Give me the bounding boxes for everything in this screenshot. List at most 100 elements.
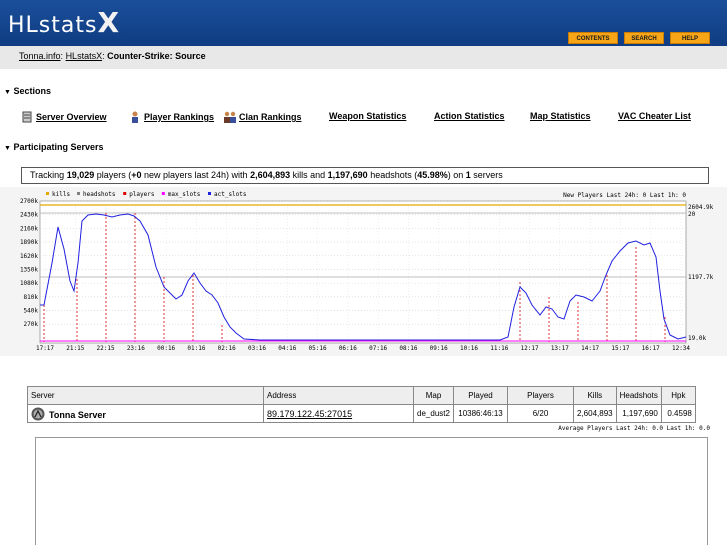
y-tick-label: 1350k <box>20 266 38 273</box>
legend-label: act_slots <box>214 191 247 198</box>
x-tick-label: 07:16 <box>369 345 387 352</box>
tracking-text: new players last 24h) with <box>141 170 251 180</box>
right-axis-label: 19.0k <box>688 335 706 342</box>
contents-button[interactable]: CONTENTS <box>568 32 618 44</box>
y-tick-label: 540k <box>24 308 39 315</box>
col-map[interactable]: Map <box>413 386 454 405</box>
logo-x: X <box>97 6 121 39</box>
participating-heading[interactable]: ▼ Participating Servers <box>4 142 104 152</box>
hlstatsx-logo[interactable]: HLstatsX <box>8 6 120 39</box>
table-header-row: Server Address Map Played Players Kills … <box>27 386 696 405</box>
tracking-text: headshots ( <box>367 170 418 180</box>
caret-down-icon: ▼ <box>4 145 11 152</box>
clan-icon <box>224 111 236 123</box>
legend-swatch <box>46 192 49 195</box>
nav-map-statistics[interactable]: Map Statistics <box>530 111 591 121</box>
server-played: 10386:46:13 <box>453 404 508 423</box>
tracking-text: ) on <box>447 170 466 180</box>
player-icon <box>132 111 138 123</box>
server-headshots: 1,197,690 <box>615 404 662 423</box>
x-tick-label: 22:15 <box>97 345 115 352</box>
x-tick-label: 04:16 <box>278 345 296 352</box>
participating-title: Participating Servers <box>13 142 104 152</box>
tracking-summary: Tracking 19,029 players (+0 new players … <box>21 167 709 184</box>
avg-players-panel: Average Players Last 24h: 0.0 Last 1h: 0… <box>30 424 710 545</box>
tracking-kills: 2,604,893 <box>250 170 291 180</box>
breadcrumb: Tonna.info: HLstatsX: Counter-Strike: So… <box>19 51 206 61</box>
col-address[interactable]: Address <box>263 386 414 405</box>
y-tick-label: 1890k <box>20 239 38 246</box>
table-row[interactable]: Tonna Server 89.179.122.45:27015 de_dust… <box>27 404 696 423</box>
server-address-cell[interactable]: 89.179.122.45:27015 <box>263 404 414 423</box>
x-tick-label: 14:17 <box>581 345 599 352</box>
header-banner: HLstatsX CONTENTS SEARCH HELP <box>0 0 727 46</box>
legend-swatch <box>208 192 211 195</box>
server-kills: 2,604,893 <box>573 404 617 423</box>
x-tick-label: 01:16 <box>187 345 205 352</box>
search-button[interactable]: SEARCH <box>624 32 664 44</box>
breadcrumb-site-link[interactable]: Tonna.info <box>19 51 61 61</box>
y-tick-label: 2430k <box>20 212 38 219</box>
x-tick-label: 12:17 <box>521 345 539 352</box>
col-played[interactable]: Played <box>453 386 508 405</box>
col-headshots[interactable]: Headshots <box>615 386 662 405</box>
x-tick-label: 15:17 <box>611 345 629 352</box>
col-hpk[interactable]: Hpk <box>660 386 696 405</box>
server-map: de_dust2 <box>413 404 454 423</box>
sections-heading[interactable]: ▼ Sections <box>4 86 51 96</box>
col-server[interactable]: Server <box>27 386 264 405</box>
server-icon <box>22 111 32 123</box>
x-tick-label: 00:16 <box>157 345 175 352</box>
graph-status: New Players Last 24h: 0 Last 1h: 0 <box>563 192 686 199</box>
tracking-text: Tracking <box>30 170 67 180</box>
nav-label: Player Rankings <box>144 112 215 122</box>
game-icon <box>31 407 45 420</box>
breadcrumb-app-link[interactable]: HLstatsX <box>66 51 103 61</box>
x-tick-label: 11:16 <box>490 345 508 352</box>
nav-weapon-statistics[interactable]: Weapon Statistics <box>329 111 406 121</box>
legend-swatch <box>161 192 165 195</box>
caret-down-icon: ▼ <box>4 89 11 96</box>
server-hpk: 0.4598 <box>660 404 696 423</box>
y-tick-label: 270k <box>24 321 39 328</box>
legend-swatch <box>77 192 80 195</box>
logo-text: HLstats <box>8 13 98 38</box>
nav-label: Clan Rankings <box>239 112 302 122</box>
tracking-text: servers <box>470 170 503 180</box>
x-tick-label: 12:34 <box>672 345 690 352</box>
sections-title: Sections <box>13 86 51 96</box>
legend-label: max_slots <box>168 191 201 198</box>
x-tick-label: 10:16 <box>460 345 478 352</box>
y-tick-label: 1080k <box>20 280 38 287</box>
breadcrumb-current: Counter-Strike: Source <box>107 51 206 61</box>
right-axis-label: 1197.7k <box>688 274 714 281</box>
y-tick-label: 2160k <box>20 225 38 232</box>
x-tick-label: 08:16 <box>399 345 417 352</box>
servers-table: Server Address Map Played Players Kills … <box>27 386 696 423</box>
avg-players-graph <box>35 437 708 545</box>
server-players: 6/20 <box>507 404 574 423</box>
x-tick-label: 23:16 <box>127 345 145 352</box>
nav-server-overview[interactable]: Server Overview <box>20 111 107 123</box>
col-kills[interactable]: Kills <box>573 386 617 405</box>
x-tick-label: 06:16 <box>339 345 357 352</box>
help-button[interactable]: HELP <box>670 32 710 44</box>
x-tick-label: 21:15 <box>66 345 84 352</box>
tracking-headshots: 1,197,690 <box>327 170 368 180</box>
nav-vac-cheater-list[interactable]: VAC Cheater List <box>618 111 691 121</box>
legend-label: kills <box>52 191 70 198</box>
legend-label: headshots <box>83 191 116 198</box>
tracking-text: players ( <box>94 170 132 180</box>
server-address-link[interactable]: 89.179.122.45:27015 <box>267 409 352 419</box>
tracking-new-players: +0 <box>131 170 142 180</box>
y-tick-label: 2700k <box>20 198 38 205</box>
nav-player-rankings[interactable]: Player Rankings <box>128 111 214 123</box>
nav-action-statistics[interactable]: Action Statistics <box>434 111 505 121</box>
x-tick-label: 05:16 <box>309 345 327 352</box>
x-tick-label: 13:17 <box>551 345 569 352</box>
avg-players-label: Average Players Last 24h: 0.0 Last 1h: 0… <box>558 425 710 432</box>
server-name-cell[interactable]: Tonna Server <box>27 404 264 423</box>
col-players[interactable]: Players <box>507 386 574 405</box>
server-name: Tonna Server <box>49 409 106 420</box>
nav-clan-rankings[interactable]: Clan Rankings <box>223 111 302 123</box>
